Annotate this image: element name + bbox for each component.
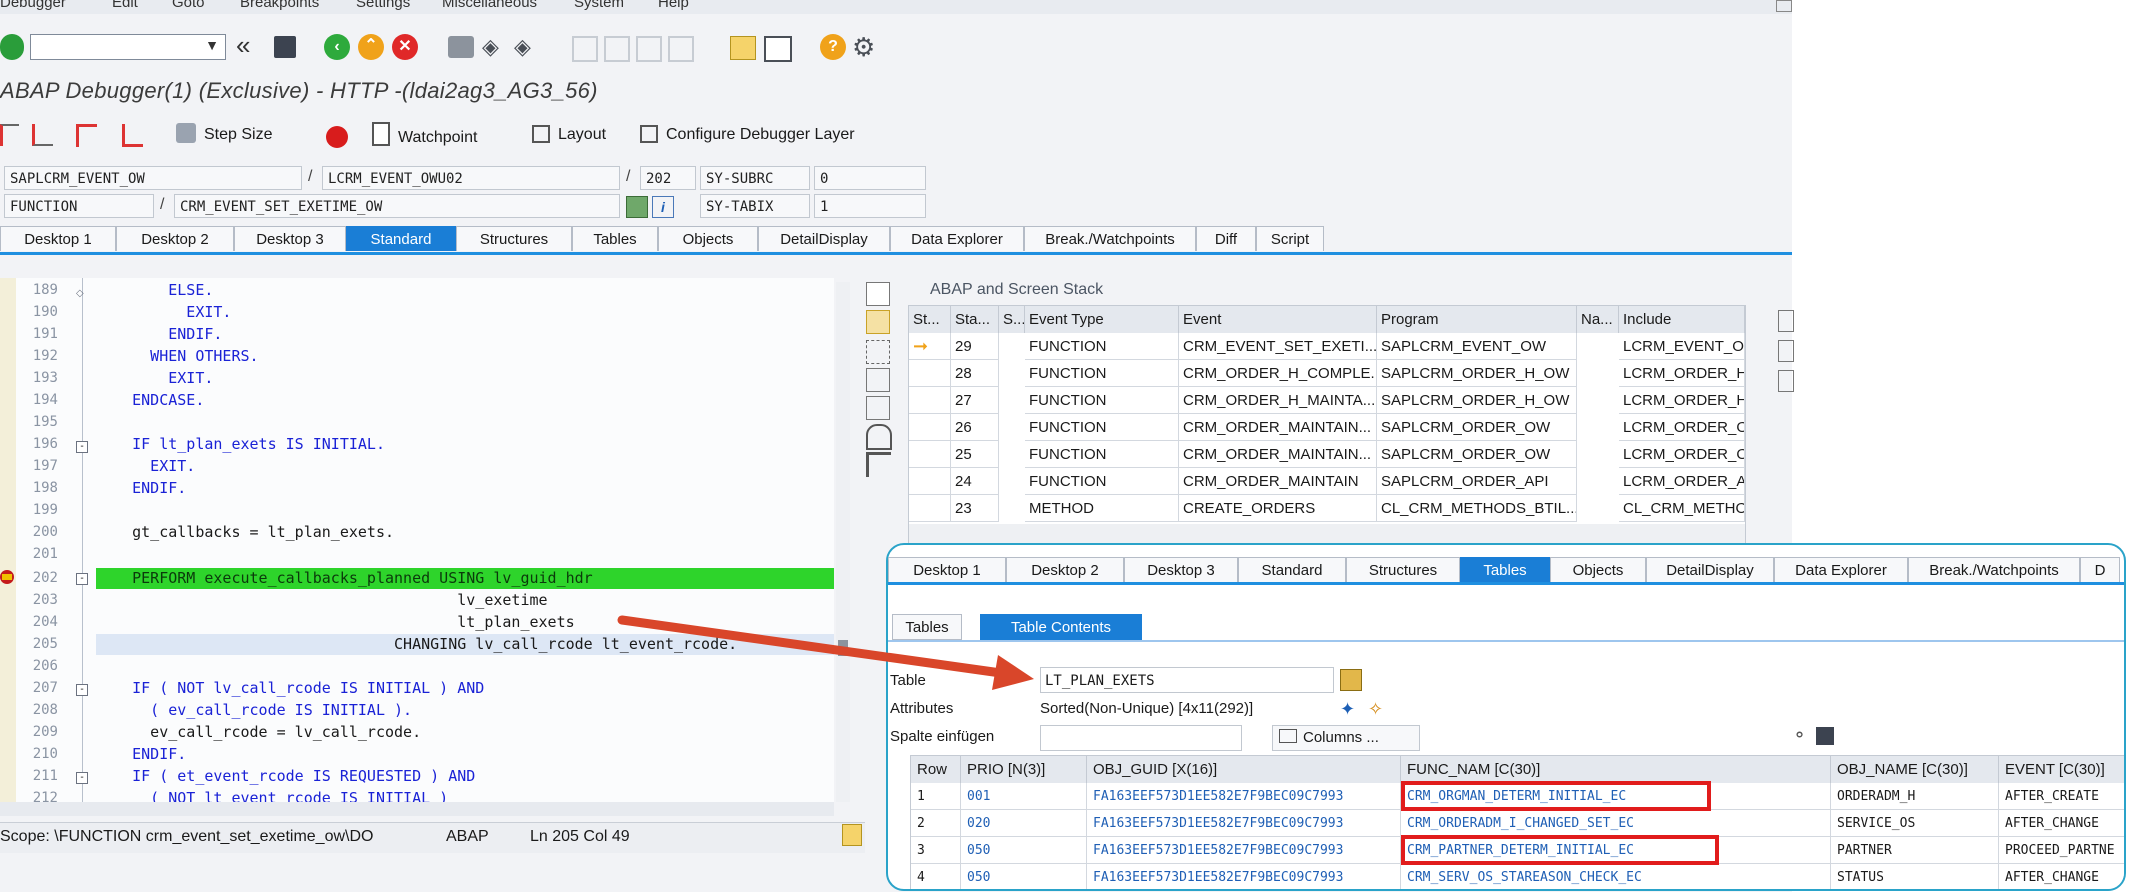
annotation-arrow xyxy=(617,615,1034,690)
annotation-arrow-head xyxy=(992,655,1034,690)
annotation-arrow-line xyxy=(617,615,1013,679)
